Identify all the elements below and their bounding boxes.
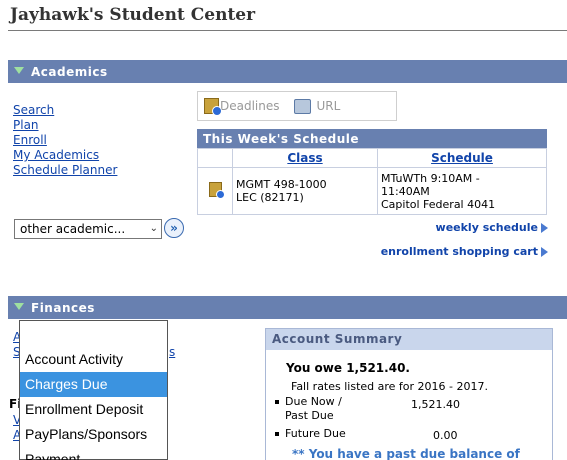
url-button[interactable]: URL [293, 98, 341, 114]
future-due-label: Future Due [275, 427, 346, 440]
icon-column-header [197, 148, 233, 168]
academics-section-header[interactable]: Academics [8, 60, 567, 83]
schedule-location: Capitol Federal 4041 [381, 197, 496, 211]
my-academics-link[interactable]: My Academics [13, 148, 99, 162]
page-title: Jayhawk's Student Center [10, 5, 256, 25]
amount-owed: You owe 1,521.40. [286, 361, 410, 375]
dropdown-option-payplans-sponsors[interactable]: PayPlans/Sponsors [20, 422, 167, 447]
class-cell: MGMT 498-1000 LEC (82171) [232, 167, 378, 215]
dropdown-option-enrollment-deposit[interactable]: Enrollment Deposit [20, 397, 167, 422]
shopping-cart-label: enrollment shopping cart [380, 245, 538, 258]
schedule-title: This Week's Schedule [197, 129, 547, 149]
past-due-notice: ** You have a past due balance of [292, 447, 520, 460]
dropdown-blank-option[interactable] [20, 321, 167, 347]
bullet-icon [275, 432, 279, 436]
arrow-right-icon [541, 246, 548, 257]
plan-link[interactable]: Plan [13, 118, 39, 132]
class-details-icon[interactable] [208, 182, 225, 199]
expand-triangle-icon[interactable] [14, 303, 24, 310]
schedule-cell: MTuWTh 9:10AM - 11:40AM Capitol Federal … [377, 167, 547, 215]
shopping-cart-link[interactable]: enrollment shopping cart [381, 245, 548, 258]
calendar-icon [204, 98, 222, 116]
chevron-down-icon: ⌄ [149, 223, 158, 234]
select-value: other academic... [20, 222, 126, 236]
deadlines-label: Deadlines [220, 99, 280, 113]
class-name: MGMT 498-1000 [236, 178, 327, 191]
bullet-icon [275, 400, 279, 404]
rates-note: Fall rates listed are for 2016 - 2017. [291, 380, 488, 393]
finance-options-dropdown[interactable]: Account Activity Charges Due Enrollment … [19, 320, 168, 460]
dropdown-option-account-activity[interactable]: Account Activity [20, 347, 167, 372]
finances-header-label: Finances [31, 300, 95, 315]
title-divider [8, 30, 567, 31]
schedule-column-header[interactable]: Schedule [377, 148, 547, 168]
go-button[interactable]: » [164, 218, 184, 238]
schedule-planner-link[interactable]: Schedule Planner [13, 163, 117, 177]
class-section: LEC (82171) [236, 191, 304, 204]
double-chevron-right-icon: » [170, 221, 178, 235]
url-label: URL [316, 99, 341, 113]
dropdown-option-payment[interactable]: Payment [20, 447, 167, 460]
finance-link-fragment[interactable]: s [169, 345, 175, 359]
account-summary-header: Account Summary [266, 329, 552, 350]
due-now-label: Due Now / [275, 395, 342, 408]
table-row: MGMT 498-1000 LEC (82171) MTuWTh 9:10AM … [197, 167, 547, 215]
deadlines-button[interactable]: Deadlines [204, 98, 280, 116]
past-due-label: Past Due [285, 409, 334, 422]
due-now-amount: 1,521.40 [411, 398, 460, 411]
academics-header-label: Academics [31, 64, 108, 79]
class-column-header[interactable]: Class [232, 148, 378, 168]
weekly-schedule-table: This Week's Schedule Class Schedule MGMT… [197, 129, 547, 215]
finances-section-header[interactable]: Finances [8, 296, 567, 319]
expand-triangle-icon[interactable] [14, 67, 24, 74]
other-academic-select[interactable]: other academic... ⌄ [14, 219, 162, 239]
account-summary-panel: Account Summary You owe 1,521.40. Fall r… [265, 328, 553, 460]
schedule-days-time: MTuWTh 9:10AM - [381, 171, 480, 185]
tools-box: Deadlines URL [197, 91, 397, 121]
dropdown-option-charges-due[interactable]: Charges Due [20, 372, 167, 397]
future-due-amount: 0.00 [433, 429, 458, 442]
weekly-schedule-link[interactable]: weekly schedule [436, 221, 548, 234]
weekly-schedule-label: weekly schedule [435, 221, 538, 234]
arrow-right-icon [541, 222, 548, 233]
search-link[interactable]: Search [13, 103, 54, 117]
academics-links: Search Plan Enroll My Academics Schedule… [13, 103, 117, 178]
enroll-link[interactable]: Enroll [13, 133, 47, 147]
schedule-end-time: 11:40AM [381, 184, 430, 198]
url-icon [293, 98, 311, 114]
